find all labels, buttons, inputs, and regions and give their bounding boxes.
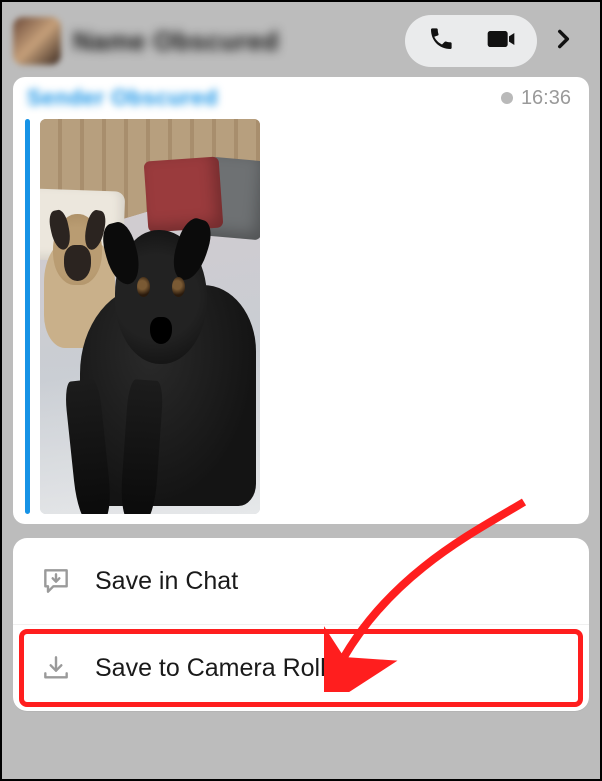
chevron-right-icon (550, 26, 576, 57)
download-tray-icon (39, 651, 73, 685)
chat-details-button[interactable] (537, 15, 589, 67)
timestamp: 16:36 (521, 87, 571, 110)
phone-icon (426, 24, 456, 59)
header-actions (405, 15, 589, 67)
menu-item-label: Save in Chat (95, 567, 238, 596)
thread-accent-bar (25, 119, 30, 514)
video-icon (485, 23, 517, 60)
chat-download-icon (39, 564, 73, 598)
video-call-button[interactable] (471, 15, 531, 67)
message-media (25, 119, 260, 514)
voice-call-button[interactable] (411, 15, 471, 67)
message-meta: Sender Obscured 16:36 (13, 77, 589, 115)
message-card: Sender Obscured 16:36 (13, 77, 589, 524)
message-time: 16:36 (501, 87, 571, 110)
menu-item-save-to-camera-roll[interactable]: Save to Camera Roll (13, 624, 589, 711)
call-pill (405, 15, 537, 67)
contact-name[interactable]: Name Obscured (73, 26, 303, 57)
menu-item-label: Save to Camera Roll (95, 654, 326, 683)
snap-photo[interactable] (40, 119, 260, 514)
chat-header: Name Obscured (13, 10, 589, 72)
context-menu: Save in Chat Save to Camera Roll (13, 538, 589, 711)
status-dot-icon (501, 92, 513, 104)
menu-item-save-in-chat[interactable]: Save in Chat (13, 538, 589, 624)
avatar[interactable] (13, 17, 61, 65)
sender-name: Sender Obscured (27, 85, 218, 111)
